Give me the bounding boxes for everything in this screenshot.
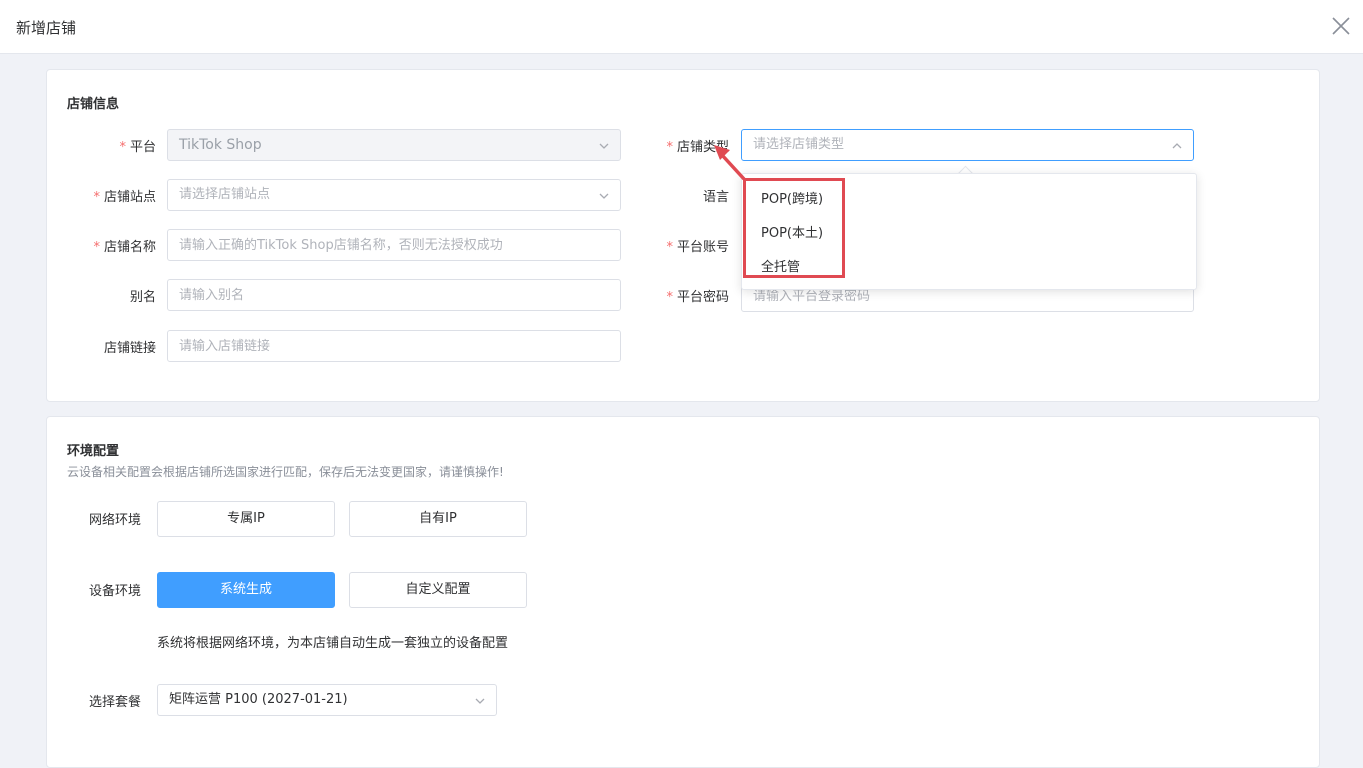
dialog-title: 新增店铺 — [16, 19, 77, 37]
device-option-system-generated[interactable]: 系统生成 — [157, 572, 335, 608]
alias-input[interactable] — [167, 279, 621, 311]
site-select[interactable]: 请选择店铺站点 — [167, 179, 621, 211]
dropdown-option-pop-local[interactable]: POP(本土) — [761, 222, 823, 241]
dropdown-option-full-managed[interactable]: 全托管 — [761, 256, 800, 275]
alias-label: 别名 — [129, 290, 156, 305]
env-config-subtitle: 云设备相关配置会根据店铺所选国家进行匹配，保存后无法变更国家，请谨慎操作! — [67, 465, 504, 479]
chevron-up-icon — [1172, 143, 1182, 149]
device-hint: 系统将根据网络环境，为本店铺自动生成一套独立的设备配置 — [157, 636, 509, 651]
close-icon[interactable] — [1330, 15, 1352, 37]
site-label: * 店铺站点 — [93, 190, 156, 205]
section-title-env-config: 环境配置 — [67, 444, 120, 459]
platform-select[interactable]: TikTok Shop — [167, 129, 621, 161]
shop-type-placeholder: 请选择店铺类型 — [753, 137, 845, 152]
device-option-custom[interactable]: 自定义配置 — [349, 572, 527, 608]
plan-select[interactable]: 矩阵运营 P100 (2027-01-21) — [157, 684, 497, 716]
platform-password-label: * 平台密码 — [666, 290, 729, 305]
shop-type-select[interactable]: 请选择店铺类型 — [741, 129, 1194, 161]
shop-link-label: 店铺链接 — [103, 341, 156, 356]
network-option-dedicated-ip[interactable]: 专属IP — [157, 501, 335, 537]
device-env-label: 设备环境 — [89, 584, 142, 599]
language-label: 语言 — [702, 190, 729, 205]
network-option-own-ip[interactable]: 自有IP — [349, 501, 527, 537]
platform-value: TikTok Shop — [179, 137, 262, 153]
section-title-shop-info: 店铺信息 — [67, 97, 120, 112]
network-env-label: 网络环境 — [89, 513, 142, 528]
annotation-arrow-icon — [714, 145, 746, 181]
dropdown-option-pop-cross-border[interactable]: POP(跨境) — [761, 188, 823, 207]
chevron-down-icon — [475, 698, 485, 704]
site-placeholder: 请选择店铺站点 — [179, 187, 271, 202]
plan-value: 矩阵运营 P100 (2027-01-21) — [169, 692, 348, 707]
shop-link-input[interactable] — [167, 330, 621, 362]
plan-label: 选择套餐 — [89, 695, 142, 710]
platform-account-label: * 平台账号 — [666, 240, 729, 255]
platform-label: * 平台 — [119, 140, 156, 155]
dialog-header: 新增店铺 — [0, 0, 1363, 54]
shop-name-input[interactable] — [167, 229, 621, 261]
shop-name-label: * 店铺名称 — [93, 240, 156, 255]
